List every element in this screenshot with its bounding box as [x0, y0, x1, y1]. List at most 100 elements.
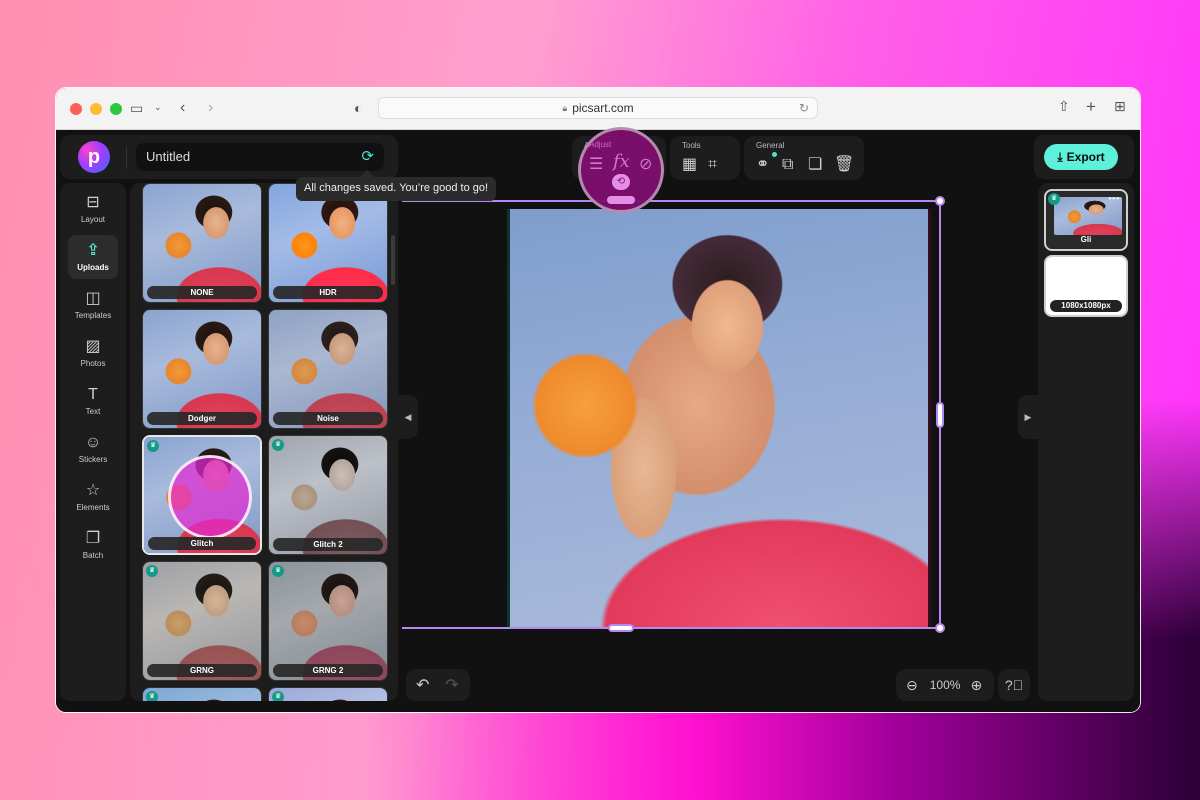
premium-crown-icon: ♛: [1048, 193, 1060, 205]
fx-icon[interactable]: fx: [613, 151, 630, 172]
effect-tile[interactable]: ♛: [142, 687, 262, 701]
eraser-icon[interactable]: ⊘: [639, 154, 652, 174]
history-controls: ↶ ↷: [406, 669, 470, 701]
browser-window: ▭ ⌄ ‹ › ◐ 🔒︎ picsart.com ↻ ⇧ + ⊞ p Untit…: [56, 88, 1140, 712]
close-button[interactable]: [70, 102, 82, 115]
resize-corner-bottom-right[interactable]: [935, 623, 945, 633]
reload-icon[interactable]: ↻: [799, 101, 809, 115]
book-icon: ◫: [85, 290, 101, 307]
sidebar-item-uploads[interactable]: ⇪ Uploads: [68, 235, 118, 279]
zoom-out-icon[interactable]: ⊖: [906, 677, 918, 694]
effect-tile[interactable]: ♛: [268, 687, 388, 701]
sidebar-item-label: Text: [85, 407, 101, 416]
effect-tile-noise[interactable]: Noise: [268, 309, 388, 429]
sidebar-item-layout[interactable]: ⊟ Layout: [68, 187, 118, 231]
picsart-logo[interactable]: p: [78, 141, 110, 173]
chevron-down-icon[interactable]: ⌄: [154, 103, 162, 112]
more-options-icon[interactable]: •••: [1109, 194, 1120, 203]
sidebar-item-text[interactable]: T Text: [68, 379, 118, 423]
share-icon[interactable]: ⇧: [1058, 99, 1070, 113]
collapse-left-panel-button[interactable]: ◀: [398, 395, 418, 439]
undo-button[interactable]: ↶: [416, 675, 429, 695]
effect-label: HDR: [273, 286, 383, 299]
tab-overview-icon[interactable]: ⊞: [1114, 99, 1126, 113]
sidebar-item-label: Batch: [82, 551, 104, 560]
page-thumbnail[interactable]: 1080x1080px: [1044, 255, 1128, 317]
export-label: Export: [1066, 150, 1105, 164]
effect-tile-hdr[interactable]: HDR: [268, 183, 388, 303]
effect-preview: [269, 562, 387, 680]
canvas-image[interactable]: [510, 209, 928, 627]
trash-icon[interactable]: 🗑︎: [834, 156, 854, 174]
back-icon[interactable]: ‹: [180, 100, 185, 116]
new-tab-icon[interactable]: +: [1086, 98, 1096, 115]
pages-panel: ♛ ••• Gli 1080x1080px: [1038, 183, 1134, 701]
effect-preview: [143, 184, 261, 302]
save-status-tooltip: All changes saved. You’re good to go!: [296, 177, 497, 201]
privacy-shield-icon[interactable]: ◐: [354, 101, 362, 115]
collapse-right-panel-button[interactable]: ▶: [1018, 395, 1038, 439]
resize-handle-bottom[interactable]: [608, 624, 634, 632]
sidebar-item-templates[interactable]: ◫ Templates: [68, 283, 118, 327]
sidebar-item-elements[interactable]: ☆ Elements: [68, 475, 118, 519]
sliders-icon[interactable]: ☰: [589, 154, 603, 174]
sidebar-item-batch[interactable]: ❐ Batch: [68, 523, 118, 567]
top-resize-handle[interactable]: [607, 196, 635, 204]
sidebar-item-label: Uploads: [77, 263, 109, 272]
batch-icon: ❐: [85, 530, 101, 547]
redo-button[interactable]: ↷: [445, 675, 458, 695]
effect-tile-grng-2[interactable]: ♛ GRNG 2: [268, 561, 388, 681]
premium-crown-icon: ♛: [147, 440, 159, 452]
text-icon: T: [88, 386, 98, 403]
zoom-button[interactable]: [110, 102, 122, 115]
effect-preview: [269, 310, 387, 428]
premium-crown-icon: ♛: [146, 691, 158, 701]
url-text: picsart.com: [572, 101, 634, 115]
crop-icon[interactable]: ⌗: [708, 156, 717, 174]
sync-icon[interactable]: ⟳: [361, 147, 374, 165]
copy-icon[interactable]: ❏: [808, 156, 822, 174]
picsart-editor: p Untitled ⟳ All changes saved. You’re g…: [56, 127, 1140, 712]
page-size-label: 1080x1080px: [1050, 300, 1122, 312]
tools-label: Tools: [682, 141, 701, 150]
tools-group: Tools ▦ ⌗: [670, 136, 740, 180]
download-icon: ⤓: [1057, 149, 1063, 164]
forward-icon[interactable]: ›: [208, 100, 213, 116]
zoom-in-icon[interactable]: ⊕: [970, 677, 982, 694]
page-thumbnail[interactable]: ♛ ••• Gli: [1044, 189, 1128, 251]
checkerboard-icon[interactable]: ▦: [682, 156, 697, 174]
premium-crown-icon: ♛: [272, 439, 284, 451]
effect-label: Dodger: [147, 412, 257, 425]
effect-tile-glitch-2[interactable]: ♛ Glitch 2: [268, 435, 388, 555]
sidebar-item-label: Layout: [80, 215, 106, 224]
effect-tile-none[interactable]: NONE: [142, 183, 262, 303]
resize-corner-top-right[interactable]: [935, 196, 945, 206]
sidebar-item-photos[interactable]: ▨ Photos: [68, 331, 118, 375]
selection-border-bottom: [402, 627, 940, 629]
panel-scrollbar[interactable]: [391, 235, 395, 285]
sticker-icon: ☺: [84, 434, 102, 451]
effect-tile-glitch[interactable]: ♛ Glitch: [142, 435, 262, 555]
duplicate-icon[interactable]: ⧉: [782, 156, 793, 174]
zoom-level: 100%: [929, 678, 961, 692]
effect-label: Glitch 2: [273, 538, 383, 551]
sidebar-toggle-icon[interactable]: ▭: [130, 101, 143, 115]
rotate-handle-icon[interactable]: ⟲: [612, 174, 630, 190]
export-button[interactable]: ⤓ Export: [1044, 144, 1118, 170]
effect-tile-dodger[interactable]: Dodger: [142, 309, 262, 429]
window-controls: [70, 102, 122, 115]
effect-label: NONE: [147, 286, 257, 299]
help-button[interactable]: ?⃝: [998, 669, 1030, 701]
effect-tile-grng[interactable]: ♛ GRNG: [142, 561, 262, 681]
divider: [126, 147, 127, 169]
minimize-button[interactable]: [90, 102, 102, 115]
layers-icon[interactable]: ⚭: [756, 156, 769, 174]
address-bar[interactable]: 🔒︎ picsart.com ↻: [378, 97, 818, 119]
resize-handle-right[interactable]: [936, 402, 944, 428]
project-title-input[interactable]: Untitled ⟳: [136, 143, 384, 171]
premium-crown-icon: ♛: [272, 565, 284, 577]
browser-toolbar: ▭ ⌄ ‹ › ◐ 🔒︎ picsart.com ↻ ⇧ + ⊞: [56, 88, 1140, 130]
zoom-controls: ⊖ 100% ⊕: [896, 669, 994, 701]
sidebar-item-stickers[interactable]: ☺ Stickers: [68, 427, 118, 471]
effect-preview: [143, 688, 261, 701]
